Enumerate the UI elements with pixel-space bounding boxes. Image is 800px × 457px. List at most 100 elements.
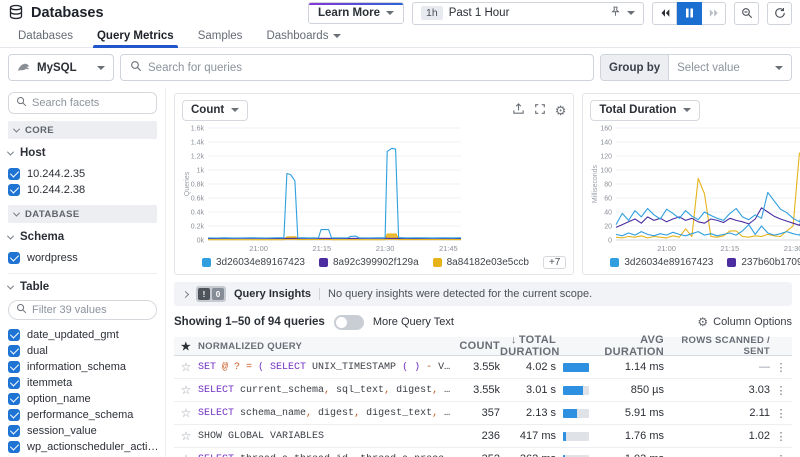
checkbox-checked[interactable] [8,345,20,357]
checkbox-checked[interactable] [8,441,20,453]
facet-value-wordpress[interactable]: wordpress [8,250,157,266]
checkbox-checked[interactable] [8,361,20,373]
tab-label: Samples [198,30,243,42]
legend-item-3d26034e89167423[interactable]: 3d26034e89167423 [202,257,305,268]
chevron-down-icon [13,209,20,216]
database-engine-select[interactable]: MySQL [8,54,114,81]
metric-select-count[interactable]: Count [182,100,248,121]
count-chart[interactable]: 0k0.2k0.4k0.6k0.8k1k1.2k1.4k1.6k21:0021:… [182,122,466,254]
databases-icon [8,4,24,23]
tab-samples[interactable]: Samples [188,24,253,47]
export-icon[interactable] [512,102,525,118]
row-menu-icon[interactable]: ⋮ [770,430,792,443]
checkbox-checked[interactable] [8,252,20,264]
pin-icon[interactable] [610,6,621,20]
col-count[interactable]: COUNT [452,340,500,352]
facet-section-core[interactable]: CORE [8,121,157,139]
col-rows-scanned-sent[interactable]: ROWS SCANNED / SENT [664,335,770,357]
result-count-text: Showing 1–50 of 94 queries [174,316,325,328]
checkbox-checked[interactable] [8,184,20,196]
gear-icon[interactable]: ⚙ [555,104,567,117]
duration-chart[interactable]: 02040608010012014016021:0021:1521:3021:4… [590,122,800,254]
forward-button[interactable] [701,2,726,25]
row-menu-icon[interactable]: ⋮ [770,407,792,420]
facet-value-date-updated-gmt[interactable]: date_updated_gmt [8,327,157,343]
alert-icon: ! [198,288,210,300]
facet-filter-input[interactable] [32,304,149,316]
star-icon[interactable]: ☆ [174,360,198,374]
count-chart-legend: 3d26034e89167423 8a92c399902f129a 8a84182e… [182,254,566,271]
col-avg-duration[interactable]: AVG DURATION [592,334,664,358]
backward-button[interactable] [652,2,677,25]
query-search[interactable] [120,54,594,81]
facet-value-information-schema[interactable]: information_schema [8,359,157,375]
legend-item-8a84182e03e5ccb[interactable]: 8a84182e03e5ccb [433,257,529,268]
svg-text:20: 20 [605,224,613,231]
row-menu-icon[interactable]: ⋮ [770,453,792,457]
facet-value-dual[interactable]: dual [8,343,157,359]
legend-overflow-badge[interactable]: +7 [543,256,566,269]
facet-filter[interactable] [8,300,157,320]
checkbox-checked[interactable] [8,409,20,421]
table-row[interactable]: ☆SET @ ? = ( SELECT UNIX_TIMESTAMP ( ) -… [174,356,792,379]
col-total-duration[interactable]: ↓TOTAL DURATION [500,334,556,358]
checkbox-checked[interactable] [8,377,20,389]
metric-select-duration[interactable]: Total Duration [590,100,700,121]
group-by-select[interactable]: Select value [669,55,791,80]
svg-text:Milliseconds: Milliseconds [592,164,599,203]
facet-search-input[interactable] [32,97,149,109]
facet-value-session-value[interactable]: session_value [8,423,157,439]
star-icon[interactable]: ☆ [174,429,198,443]
col-normalized-query[interactable]: NORMALIZED QUERY [198,341,452,352]
pause-button[interactable] [677,2,702,25]
refresh-button[interactable] [767,2,792,25]
table-row[interactable]: ☆SELECT schema_name, digest, digest_text… [174,402,792,425]
facet-search[interactable] [8,92,157,114]
facet-title-host[interactable]: Host [8,147,157,159]
facet-title-table[interactable]: Table [8,281,157,293]
facet-group-schema: Schema wordpress [8,231,157,266]
star-icon[interactable]: ☆ [174,406,198,420]
learn-more-button[interactable]: Learn More [308,2,404,24]
star-icon[interactable]: ☆ [174,383,198,397]
gear-icon: ⚙ [697,315,708,329]
tab-databases[interactable]: Databases [8,24,83,47]
rows-scanned-sent-cell: 3.03 [664,384,770,396]
facet-section-database[interactable]: DATABASE [8,205,157,223]
more-query-text-toggle[interactable] [334,315,364,330]
zoom-out-button[interactable] [734,2,759,25]
facet-value-option-name[interactable]: option_name [8,391,157,407]
checkbox-checked[interactable] [8,168,20,180]
facet-value-itemmeta[interactable]: itemmeta [8,375,157,391]
time-range-picker[interactable]: 1h Past 1 Hour [412,2,644,25]
legend-item-8a92c399902f129a[interactable]: 8a92c399902f129a [319,257,419,268]
query-search-input[interactable] [148,62,584,74]
column-options-button[interactable]: ⚙ Column Options [697,315,792,329]
table-row[interactable]: ☆SELECT current_schema, sql_text, digest… [174,379,792,402]
svg-text:21:15: 21:15 [312,244,331,253]
checkbox-checked[interactable] [8,425,20,437]
facet-value-10-244-2-35[interactable]: 10.244.2.35 [8,166,157,182]
count-cell: 357 [452,407,500,419]
fullscreen-icon[interactable] [534,103,546,118]
table-row[interactable]: ☆SHOW GLOBAL VARIABLES236417 ms1.76 ms1.… [174,425,792,448]
query-insights-bar[interactable]: ! 0 Query Insights No query insights wer… [174,282,792,306]
facet-value-10-244-2-38[interactable]: 10.244.2.38 [8,182,157,198]
facet-value-performance-schema[interactable]: performance_schema [8,407,157,423]
checkbox-checked[interactable] [8,329,20,341]
star-icon[interactable]: ☆ [174,452,198,457]
legend-item-237b60b1709bb39f[interactable]: 237b60b1709bb39f [727,257,800,268]
chevron-down-icon [7,232,14,239]
svg-text:21:00: 21:00 [249,244,268,253]
table-row[interactable]: ☆SELECT thread_a.thread_id, thread_a.pro… [174,448,792,457]
facet-label: Host [20,147,46,159]
facet-title-schema[interactable]: Schema [8,231,157,243]
database-engine-label: MySQL [37,62,77,74]
row-menu-icon[interactable]: ⋮ [770,361,792,374]
tab-dashboards[interactable]: Dashboards [256,24,351,47]
checkbox-checked[interactable] [8,393,20,405]
facet-value-wp-actionscheduler-acti[interactable]: wp_actionscheduler_acti… [8,439,157,455]
row-menu-icon[interactable]: ⋮ [770,384,792,397]
tab-query-metrics[interactable]: Query Metrics [87,24,184,47]
legend-item-3d26034e89167423[interactable]: 3d26034e89167423 [610,257,713,268]
